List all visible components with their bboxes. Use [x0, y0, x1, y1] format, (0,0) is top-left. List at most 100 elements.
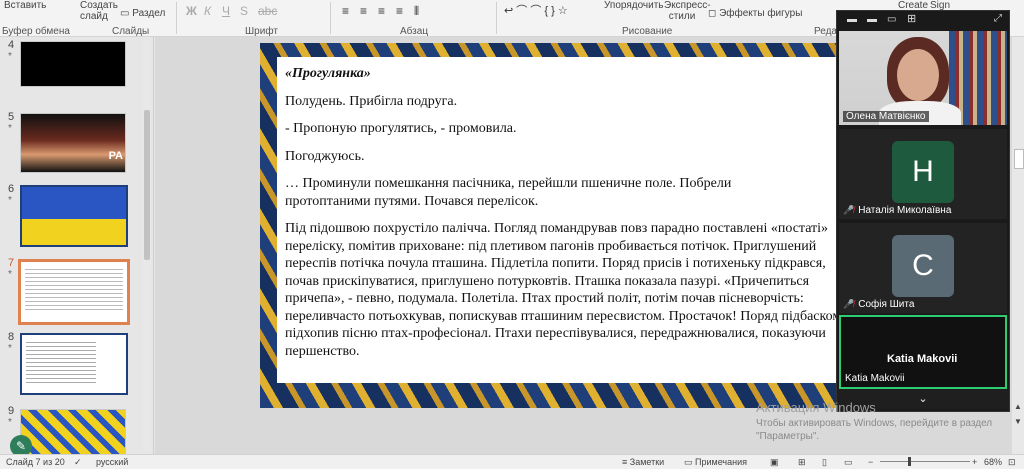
align-left-icon[interactable]: ≡: [342, 4, 349, 18]
participant-name: Katia Makovii: [845, 373, 905, 384]
zoom-level[interactable]: 68%: [984, 457, 1002, 467]
slide-paragraph: Під підошвою похрустіло палічча. Погляд …: [285, 221, 838, 359]
strip-view-icon[interactable]: ▭: [887, 14, 896, 25]
slide-paragraph: Погоджуюсь.: [285, 148, 365, 164]
shapes-gallery-icon[interactable]: ↩ ⌒ ⌒ { } ☆: [504, 2, 568, 18]
express-styles-button[interactable]: Экспресс-стили: [664, 0, 711, 22]
minimize-icon[interactable]: ▬: [847, 14, 857, 25]
participant-tile[interactable]: C 🎤̸ Софія Шита: [839, 223, 1007, 313]
columns-icon[interactable]: ⫴: [414, 4, 419, 19]
zoom-video-panel: ▬ ▬ ▭ ⊞ ⤢ Олена Матвієнко H 🎤̸ Наталія Ми…: [836, 10, 1010, 412]
thumb-star: *: [8, 195, 12, 206]
new-slide-button[interactable]: Создать слайд: [80, 0, 118, 22]
slide-thumbnail-5[interactable]: РА: [20, 113, 126, 173]
gallery-view-icon[interactable]: ⊞: [907, 12, 916, 25]
muted-mic-icon: 🎤̸: [843, 299, 855, 309]
slide-paragraph: - Пропоную прогулятись, - промовила.: [285, 121, 517, 136]
slide-title: «Прогулянка»: [285, 66, 371, 81]
participant-name-row: 🎤̸ Софія Шита: [843, 299, 914, 310]
thumb-overlay-text: РА: [108, 150, 123, 162]
zoom-out-icon[interactable]: −: [868, 457, 873, 467]
shape-effects-label: Эффекты фигуры: [719, 8, 803, 19]
zoom-slider-thumb[interactable]: [908, 457, 911, 466]
watermark-text: Чтобы активировать Windows, перейдите в …: [756, 418, 993, 442]
slideshow-icon[interactable]: ▭: [844, 457, 853, 468]
participant-video-tile[interactable]: Олена Матвієнко: [839, 31, 1007, 125]
language-indicator[interactable]: русский: [96, 457, 128, 467]
thumb-number: 7: [8, 257, 15, 269]
muted-mic-icon: 🎤̸: [843, 205, 855, 215]
slide-thumbnail-4[interactable]: [20, 41, 126, 87]
slide-sorter-icon[interactable]: ⊞: [798, 457, 806, 468]
watermark-title: Активация Windows: [756, 400, 876, 415]
scrollbar-thumb[interactable]: [1014, 149, 1024, 169]
participant-tile[interactable]: H 🎤̸ Наталія Миколаївна: [839, 129, 1007, 219]
current-slide[interactable]: «Прогулянка» Полудень. Прибігла подруга.…: [260, 43, 838, 408]
notes-label: Заметки: [629, 457, 665, 467]
scrollbar-thumb[interactable]: [144, 110, 150, 260]
thumb-star: *: [8, 51, 12, 62]
zoom-panel-toolbar: ▬ ▬ ▭ ⊞ ⤢: [837, 11, 1009, 29]
slide-thumbnail-8[interactable]: [20, 333, 128, 395]
thumb-number: 6: [8, 183, 15, 195]
slide-paragraph: Полудень. Прибігла подруга.: [285, 93, 458, 109]
shadow-icon[interactable]: S: [240, 4, 248, 18]
thumb-text-lines: [26, 339, 96, 385]
font-group-label: Шрифт: [245, 26, 278, 37]
slide-text-box[interactable]: «Прогулянка» Полудень. Прибігла подруга.…: [277, 57, 838, 383]
participant-avatar: C: [892, 235, 954, 297]
spellcheck-icon[interactable]: ✓: [74, 457, 82, 468]
expand-icon[interactable]: ⤢: [994, 13, 1002, 24]
thumbnails-scrollbar[interactable]: [143, 40, 151, 450]
strikethrough-icon[interactable]: abc: [258, 4, 277, 18]
align-right-icon[interactable]: ≡: [378, 4, 385, 18]
slide-thumbnail-7-selected[interactable]: [18, 259, 130, 325]
shape-effects-button[interactable]: ◻ Эффекты фигуры: [708, 8, 802, 19]
slide-thumbnails-pane: 4 * 5 * РА 6 * 7 * 8 * 9 * ✎: [0, 37, 154, 457]
insert-button[interactable]: Вставить: [4, 0, 46, 11]
participant-name: Олена Матвієнко: [843, 111, 929, 122]
thumb-number: 4: [8, 39, 15, 51]
drawing-group-label: Рисование: [622, 26, 673, 37]
thumb-star: *: [8, 269, 12, 280]
underline-icon[interactable]: Ч: [222, 4, 230, 18]
thumb-star: *: [8, 417, 12, 428]
fit-to-window-icon[interactable]: ⊡: [1008, 457, 1016, 468]
arrange-button[interactable]: Упорядочить: [604, 0, 664, 11]
next-slide-icon[interactable]: ▼: [1014, 417, 1022, 426]
thumb-number: 5: [8, 111, 15, 123]
main-vertical-scrollbar[interactable]: ▲ ▼: [1012, 37, 1024, 454]
participant-name: Софія Шита: [858, 299, 915, 310]
shape-effects-icon: ◻: [708, 8, 720, 19]
reading-view-icon[interactable]: ▯: [822, 457, 827, 468]
slides-group-label: Слайды: [112, 26, 150, 37]
comments-icon: ▭: [684, 457, 696, 467]
zoom-slider[interactable]: [880, 457, 970, 466]
ribbon-divider: [496, 2, 497, 34]
active-participant-tile[interactable]: Katia Makovii Katia Makovii: [839, 315, 1007, 389]
bold-icon[interactable]: Ж: [186, 4, 197, 18]
prev-slide-icon[interactable]: ▲: [1014, 402, 1022, 411]
italic-icon[interactable]: К: [204, 4, 211, 18]
slide-thumbnail-9[interactable]: [20, 409, 126, 455]
align-center-icon[interactable]: ≡: [360, 4, 367, 18]
ribbon-divider: [330, 2, 331, 34]
status-bar: Слайд 7 из 20 ✓ русский ≡ Заметки ▭ Прим…: [0, 454, 1024, 469]
justify-icon[interactable]: ≡: [396, 4, 403, 18]
comments-label: Примечания: [695, 457, 747, 467]
section-button[interactable]: ▭ Раздел: [120, 8, 165, 19]
notes-button[interactable]: ≡ Заметки: [622, 457, 664, 467]
participant-name-row: 🎤̸ Наталія Миколаївна: [843, 205, 951, 216]
participant-name: Наталія Миколаївна: [858, 205, 952, 216]
participant-avatar: H: [892, 141, 954, 203]
slide-counter: Слайд 7 из 20: [6, 457, 65, 467]
thumb-number: 8: [8, 331, 15, 343]
normal-view-icon[interactable]: ▣: [770, 457, 779, 468]
zoom-in-icon[interactable]: +: [972, 457, 977, 467]
participant-face: [897, 49, 939, 101]
slide-thumbnail-6[interactable]: [20, 185, 128, 247]
speaker-view-icon[interactable]: ▬: [867, 14, 877, 25]
notes-icon: ≡: [622, 457, 630, 467]
section-label: Раздел: [132, 8, 166, 19]
comments-button[interactable]: ▭ Примечания: [684, 457, 747, 468]
